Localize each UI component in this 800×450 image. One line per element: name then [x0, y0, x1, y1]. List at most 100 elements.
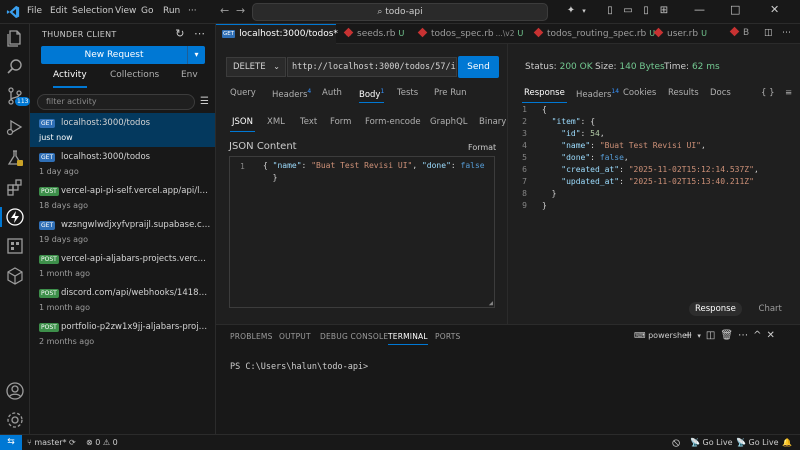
explorer-icon[interactable]	[5, 28, 25, 48]
body-tab-json[interactable]: JSON	[230, 117, 255, 132]
body-tab-binary[interactable]: Binary	[479, 117, 506, 127]
problems-indicator[interactable]: ⊗ 0 ⚠ 0	[86, 438, 118, 447]
body-tab-text[interactable]: Text	[300, 117, 317, 127]
json-body-editor[interactable]: 1 { "name": "Buat Test Revisi UI", "done…	[229, 156, 495, 308]
resp-tab-cookies[interactable]: Cookies	[623, 88, 656, 98]
tab-auth[interactable]: Auth	[322, 88, 342, 98]
chevron-down-icon[interactable]: ▾	[578, 5, 590, 17]
notification-icon[interactable]: 🛇	[672, 438, 680, 450]
new-request-button[interactable]: New Request ▾	[41, 46, 205, 64]
thunder-client-icon[interactable]	[0, 207, 25, 227]
more-actions-icon[interactable]: ≡	[785, 88, 792, 98]
body-tab-graphql[interactable]: GraphQL	[430, 117, 468, 127]
maximize-panel-icon[interactable]: ^	[753, 330, 766, 341]
terminal-shell-selector[interactable]: ⌨ powershell	[634, 331, 691, 340]
add-terminal-icon[interactable]: +	[684, 330, 697, 341]
activity-item[interactable]: POST portfolio-p2zw1x9jj-aljabars-projec…	[30, 317, 215, 351]
tab-user[interactable]: user.rb U	[650, 24, 707, 44]
resp-tab-headers[interactable]: Headers14	[576, 88, 619, 100]
close-icon[interactable]: ✕	[766, 330, 779, 341]
view-response-button[interactable]: Response	[689, 302, 742, 316]
panel-tab-terminal[interactable]: TERMINAL	[388, 332, 428, 345]
activity-item[interactable]: POST vercel-api-aljabars-projects.vercel…	[30, 249, 215, 283]
toggle-secondary-sidebar-icon[interactable]: ▯	[640, 5, 652, 17]
remote-indicator-icon[interactable]: ⇆	[0, 435, 22, 450]
tab-headers[interactable]: Headers4	[272, 88, 311, 100]
layout-icon[interactable]: ⊞	[658, 5, 670, 17]
tab-todos-routing-spec[interactable]: todos_routing_spec.rb U	[530, 24, 655, 44]
tab-query[interactable]: Query	[230, 88, 256, 98]
split-editor-icon[interactable]: ◫	[764, 24, 773, 44]
minimize-icon[interactable]: —	[694, 3, 705, 16]
forward-icon[interactable]: →	[236, 4, 245, 17]
more-actions-icon[interactable]: ⋯	[782, 24, 791, 44]
settings-gear-icon[interactable]	[5, 410, 25, 430]
filter-menu-icon[interactable]: ☰	[200, 96, 209, 107]
method-select[interactable]: DELETE ⌄	[226, 57, 286, 77]
menu-file[interactable]: File	[27, 6, 42, 16]
tab-env[interactable]: Env	[181, 70, 198, 80]
tab-collections[interactable]: Collections	[110, 70, 159, 80]
menu-selection[interactable]: Selection	[72, 6, 113, 16]
panel-tab-problems[interactable]: PROBLEMS	[230, 332, 273, 341]
more-actions-icon[interactable]: ⋯	[738, 330, 753, 341]
tab-activity[interactable]: Activity	[53, 70, 87, 88]
menu-go[interactable]: Go	[141, 6, 153, 16]
view-chart-button[interactable]: Chart	[759, 304, 782, 314]
sync-icon[interactable]: ⟳	[69, 438, 76, 447]
resp-tab-results[interactable]: Results	[668, 88, 699, 98]
activity-item[interactable]: GET localhost:3000/todos 1 day ago	[30, 147, 215, 181]
source-control-icon[interactable]: 113	[5, 86, 31, 106]
resize-handle-icon[interactable]: ◢	[489, 299, 493, 307]
trash-icon[interactable]: 🗑	[720, 330, 738, 341]
command-center-search[interactable]: ⌕ todo-api	[252, 3, 548, 21]
tab-body[interactable]: Body1	[359, 88, 385, 103]
braces-icon[interactable]: { }	[761, 88, 775, 98]
toggle-sidebar-icon[interactable]: ▯	[604, 5, 616, 17]
body-tab-form-encode[interactable]: Form-encode	[365, 117, 421, 127]
more-actions-icon[interactable]: ⋯	[194, 27, 205, 40]
activity-item[interactable]: GET localhost:3000/todos just now	[30, 113, 215, 147]
body-tab-xml[interactable]: XML	[267, 117, 285, 127]
resp-tab-docs[interactable]: Docs	[710, 88, 731, 98]
menu-edit[interactable]: Edit	[50, 6, 67, 16]
terminal-prompt[interactable]: PS C:\Users\halun\todo-api>	[230, 362, 368, 372]
tab-thunder-request[interactable]: GETlocalhost:3000/todos* ✕	[216, 24, 352, 44]
refresh-icon[interactable]: ↻	[175, 27, 184, 40]
filter-activity-input[interactable]: filter activity	[37, 94, 195, 110]
branch-indicator[interactable]: ⑂ master*	[27, 438, 67, 447]
remote-explorer-icon[interactable]	[5, 236, 25, 256]
test-flask-icon[interactable]	[5, 148, 25, 168]
menu-view[interactable]: View	[115, 6, 136, 16]
maximize-icon[interactable]: □	[730, 3, 740, 16]
close-icon[interactable]: ✕	[770, 3, 779, 16]
go-live-button-2[interactable]: 📡 Go Live	[736, 438, 779, 447]
toggle-panel-icon[interactable]: ▭	[622, 5, 634, 17]
docker-icon[interactable]	[5, 266, 25, 286]
menu-run[interactable]: Run	[163, 6, 180, 16]
activity-item[interactable]: POST vercel-api-pi-self.vercel.app/api/l…	[30, 181, 215, 215]
activity-item[interactable]: POST discord.com/api/webhooks/14183999..…	[30, 283, 215, 317]
split-terminal-icon[interactable]: ◫	[706, 330, 720, 341]
panel-tab-ports[interactable]: PORTS	[435, 332, 460, 341]
bell-icon[interactable]: 🔔	[782, 438, 792, 447]
tab-tests[interactable]: Tests	[397, 88, 418, 98]
extensions-icon[interactable]	[5, 177, 25, 197]
accounts-icon[interactable]	[5, 381, 25, 401]
menu-more[interactable]: ···	[188, 6, 197, 16]
chevron-down-icon[interactable]: ▾	[187, 46, 205, 64]
resp-tab-response[interactable]: Response	[522, 88, 567, 103]
send-button[interactable]: Send	[458, 56, 499, 78]
run-debug-icon[interactable]	[5, 117, 25, 137]
chevron-down-icon[interactable]: ▾	[697, 332, 706, 340]
go-live-button-1[interactable]: 📡 Go Live	[690, 438, 733, 447]
back-icon[interactable]: ←	[220, 4, 229, 17]
tab-overflow[interactable]: B	[726, 24, 749, 44]
copilot-icon[interactable]: ✦	[565, 5, 577, 17]
format-button[interactable]: Format	[468, 143, 496, 152]
activity-item[interactable]: GET wzsngwlwdjxyfvpraijl.supabase.co/res…	[30, 215, 215, 249]
search-icon[interactable]	[5, 57, 25, 77]
url-input[interactable]: http://localhost:3000/todos/57/items/54	[287, 57, 457, 77]
tab-todos-spec[interactable]: todos_spec.rb ...\v2 U	[414, 24, 523, 44]
panel-tab-output[interactable]: OUTPUT	[279, 332, 311, 341]
